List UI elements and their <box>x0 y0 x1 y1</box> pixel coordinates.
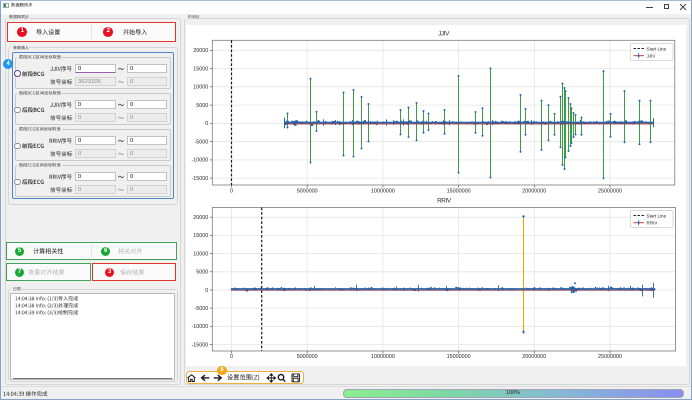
svg-text:10000: 10000 <box>193 85 208 91</box>
svg-text:-10000: -10000 <box>192 324 209 330</box>
svg-text:15000000: 15000000 <box>447 188 471 194</box>
svg-text:-15000: -15000 <box>192 342 209 348</box>
svg-text:10000000: 10000000 <box>371 354 395 360</box>
svg-text:0: 0 <box>205 288 208 294</box>
svg-text:-15000: -15000 <box>192 176 209 182</box>
svg-text:-5000: -5000 <box>195 139 209 145</box>
svg-text:15000: 15000 <box>193 66 208 72</box>
svg-text:5000000: 5000000 <box>297 188 318 194</box>
svg-text:15000: 15000 <box>193 233 208 239</box>
svg-text:-5000: -5000 <box>195 306 209 312</box>
svg-text:20000000: 20000000 <box>522 354 546 360</box>
svg-text:5000000: 5000000 <box>297 354 318 360</box>
svg-text:JJIV: JJIV <box>438 31 450 38</box>
svg-text:5000: 5000 <box>196 103 208 109</box>
svg-text:0: 0 <box>230 188 233 194</box>
svg-text:20000: 20000 <box>193 48 208 54</box>
svg-text:0: 0 <box>230 354 233 360</box>
svg-text:RRIV: RRIV <box>647 221 659 226</box>
svg-text:JJIV: JJIV <box>647 54 657 59</box>
svg-text:5000: 5000 <box>196 270 208 276</box>
svg-text:10000000: 10000000 <box>371 188 395 194</box>
svg-text:20000000: 20000000 <box>522 188 546 194</box>
svg-text:RRIV: RRIV <box>437 198 452 205</box>
svg-text:15000000: 15000000 <box>447 354 471 360</box>
svg-text:10000: 10000 <box>193 251 208 257</box>
svg-text:0: 0 <box>205 121 208 127</box>
svg-text:Start Line: Start Line <box>647 213 667 218</box>
svg-text:Start Line: Start Line <box>647 46 667 51</box>
svg-text:25000000: 25000000 <box>598 188 622 194</box>
svg-text:-10000: -10000 <box>192 158 209 164</box>
svg-text:25000000: 25000000 <box>598 354 622 360</box>
svg-text:20000: 20000 <box>193 215 208 221</box>
